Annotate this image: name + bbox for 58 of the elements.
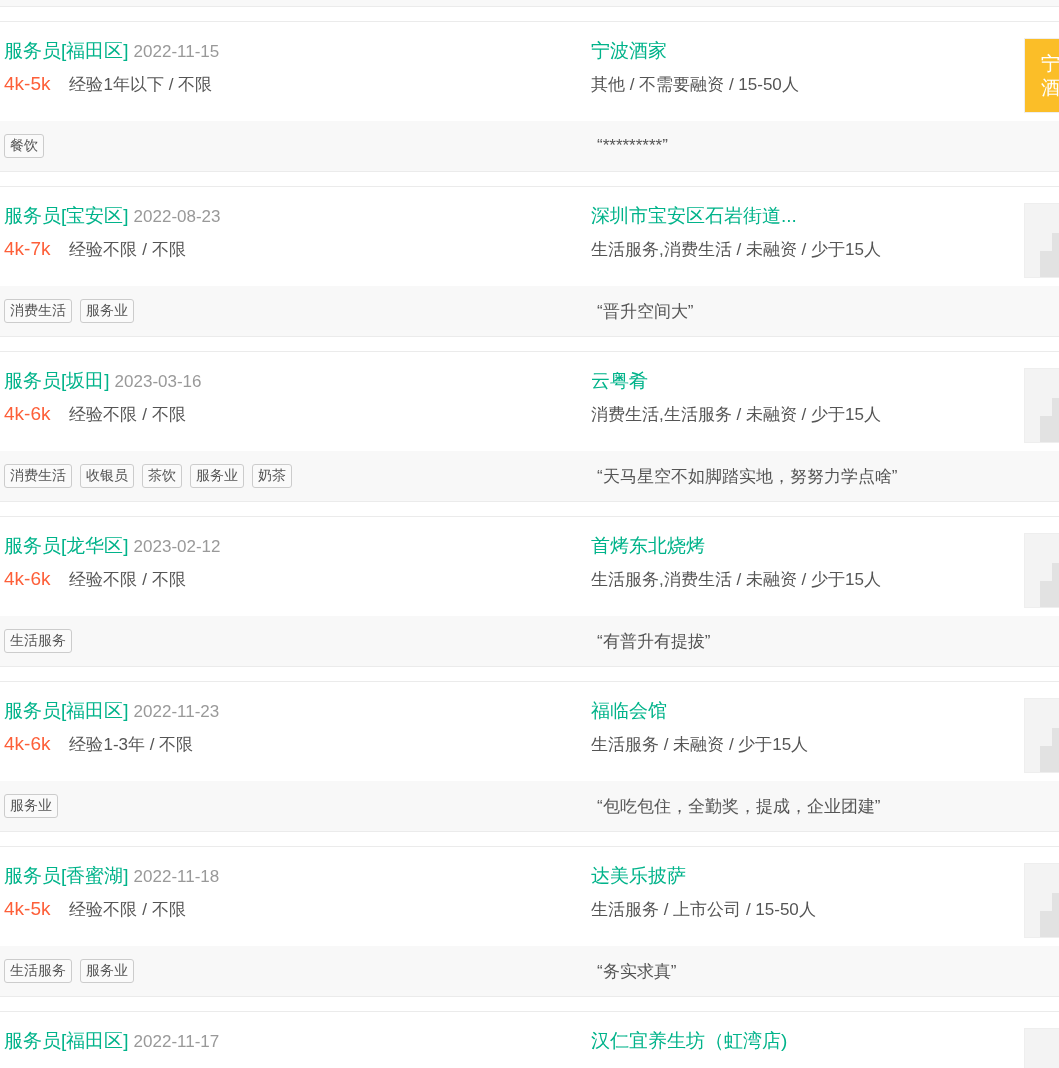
job-requirement: 经验1年以下 / 不限 [69, 74, 213, 96]
company-quote: “务实求真” [597, 960, 677, 983]
company-name-link[interactable]: 云粤肴 [591, 368, 648, 394]
post-date: 2022-11-18 [133, 867, 220, 887]
company-name-link[interactable]: 达美乐披萨 [591, 863, 686, 889]
job-title-link[interactable]: 服务员[坂田] [4, 368, 110, 394]
job-title-link[interactable]: 服务员[福田区] [4, 1028, 129, 1054]
salary: 4k-6k [4, 733, 51, 755]
job-title-link[interactable]: 服务员[福田区] [4, 38, 129, 64]
company-info: 生活服务 / 未融资 / 少于15人 [591, 734, 809, 756]
job-requirement: 经验不限 / 不限 [69, 899, 186, 921]
job-requirement: 经验不限 / 不限 [69, 239, 186, 261]
company-quote: “天马星空不如脚踏实地，努努力学点啥” [597, 465, 898, 488]
salary: 4k-7k [4, 238, 51, 260]
job-title-link[interactable]: 服务员[龙华区] [4, 533, 129, 559]
job-title-link[interactable]: 服务员[香蜜湖] [4, 863, 129, 889]
company-quote: “包吃包住，全勤奖，提成，企业团建” [597, 795, 881, 818]
post-date: 2023-02-12 [133, 537, 221, 557]
job-tag: 生活服务 [4, 629, 72, 653]
salary: 4k-6k [4, 403, 51, 425]
post-date: 2022-11-17 [133, 1032, 220, 1052]
post-date: 2022-11-15 [133, 42, 220, 62]
company-quote: “有普升有提拔” [597, 630, 711, 653]
post-date: 2022-11-23 [133, 702, 220, 722]
company-info: 消费生活,生活服务 / 未融资 / 少于15人 [591, 404, 881, 426]
job-tag: 生活服务 [4, 959, 72, 983]
company-name-link[interactable]: 深圳市宝安区石岩街道... [591, 203, 797, 229]
company-info: 生活服务 / 上市公司 / 15-50人 [591, 899, 816, 921]
job-tag: 服务业 [80, 959, 134, 983]
company-quote: “*********” [597, 136, 668, 156]
company-info: 生活服务,消费生活 / 未融资 / 少于15人 [591, 569, 881, 591]
company-name-link[interactable]: 福临会馆 [591, 698, 667, 724]
job-requirement: 经验1-3年 / 不限 [69, 734, 194, 756]
salary: 4k-5k [4, 73, 51, 95]
post-date: 2023-03-16 [114, 372, 202, 392]
company-name-link[interactable]: 汉仁宜养生坊（虹湾店) [591, 1028, 788, 1054]
salary: 4k-6k [4, 568, 51, 590]
job-tag: 消费生活 [4, 299, 72, 323]
job-tag: 服务业 [80, 299, 134, 323]
company-logo: 宁 酒 [1024, 38, 1059, 113]
company-info: 生活服务,消费生活 / 未融资 / 少于15人 [591, 239, 881, 261]
company-name-link[interactable]: 宁波酒家 [591, 38, 667, 64]
job-requirement: 经验不限 / 不限 [69, 569, 186, 591]
company-name-link[interactable]: 首烤东北烧烤 [591, 533, 705, 559]
job-tag: 餐饮 [4, 134, 44, 158]
job-title-link[interactable]: 服务员[宝安区] [4, 203, 129, 229]
job-requirement: 经验不限 / 不限 [69, 404, 186, 426]
salary: 4k-5k [4, 898, 51, 920]
job-title-link[interactable]: 服务员[福田区] [4, 698, 129, 724]
job-tag: 收银员 [80, 464, 134, 488]
job-tag: 消费生活 [4, 464, 72, 488]
job-tag: 服务业 [190, 464, 244, 488]
job-tag: 服务业 [4, 794, 58, 818]
company-quote: “晋升空间大” [597, 300, 694, 323]
job-tag: 茶饮 [142, 464, 182, 488]
post-date: 2022-08-23 [133, 207, 221, 227]
company-info: 其他 / 不需要融资 / 15-50人 [591, 74, 799, 96]
job-tag: 奶茶 [252, 464, 292, 488]
